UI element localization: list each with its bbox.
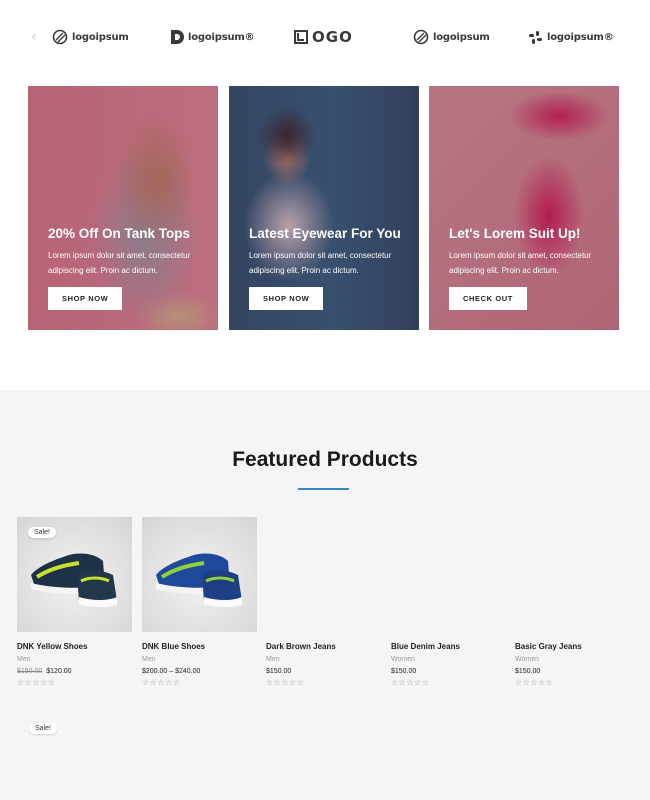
promo-banner-tank-tops[interactable]: 20% Off On Tank Tops Lorem ipsum dolor s… (28, 86, 218, 330)
brand-logo-4: logoipsum (413, 26, 490, 48)
logo-circle-slash-icon (413, 29, 429, 45)
product-price: $150.00 $120.00 (17, 668, 133, 675)
brand-logo-1-text: logoipsum (72, 31, 129, 43)
sneaker-icon (156, 553, 242, 608)
brand-logo-5: logoipsum® (528, 26, 614, 48)
banner-title: Let's Lorem Suit Up! (449, 226, 581, 241)
logo-half-circle-icon (171, 30, 184, 44)
star-rating: ☆☆☆☆☆ (142, 678, 181, 687)
product-price: $150.00 (515, 668, 541, 675)
product-category: Women (515, 656, 539, 663)
logo-square-l-icon (294, 30, 308, 44)
section-title: Featured Products (232, 448, 418, 471)
banner-text: Lorem ipsum dolor sit amet, consectetur … (249, 251, 392, 275)
sale-badge: Sale! (28, 527, 56, 538)
sale-price: $120.00 (46, 668, 72, 675)
featured-products-section: Featured Products Sale! DNK Yellow Shoes… (0, 390, 650, 800)
banner-title: Latest Eyewear For You (249, 226, 401, 241)
product-image[interactable]: Sale! (17, 517, 132, 632)
chevron-right-icon[interactable]: › (606, 28, 620, 46)
star-rating: ☆☆☆☆☆ (17, 678, 56, 687)
product-name[interactable]: Dark Brown Jeans (266, 642, 382, 651)
banner-text: Lorem ipsum dolor sit amet, consectetur … (449, 251, 592, 275)
product-card[interactable]: DNK Blue Shoes Men $200.00 – $240.00 ☆☆☆… (142, 517, 258, 687)
product-image[interactable] (391, 517, 506, 632)
product-category: Men (17, 656, 31, 663)
brand-logo-carousel: ‹ logoipsum logoipsum® OGO logoipsum log… (0, 0, 650, 76)
logo-clover-icon (529, 30, 542, 44)
product-image[interactable] (142, 517, 257, 632)
brand-logo-3-text: OGO (312, 28, 353, 46)
chevron-left-icon[interactable]: ‹ (27, 28, 41, 46)
shop-now-button[interactable]: SHOP NOW (249, 287, 324, 310)
brand-logo-5-text: logoipsum® (547, 31, 614, 43)
product-card[interactable]: Sale! DNK Yellow Shoes Men $150.00 $120.… (17, 517, 133, 687)
brand-logo-3: OGO (294, 26, 353, 48)
promo-banner-eyewear[interactable]: Latest Eyewear For You Lorem ipsum dolor… (229, 86, 419, 330)
product-price: $150.00 (266, 668, 292, 675)
product-name[interactable]: Blue Denim Jeans (391, 642, 507, 651)
banner-text: Lorem ipsum dolor sit amet, consectetur … (48, 251, 191, 275)
product-card[interactable]: Dark Brown Jeans Men $150.00 ☆☆☆☆☆ (266, 517, 382, 687)
shop-now-button[interactable]: SHOP NOW (48, 287, 123, 310)
product-name[interactable]: Basic Gray Jeans (515, 642, 631, 651)
product-card[interactable]: Basic Gray Jeans Women $150.00 ☆☆☆☆☆ (515, 517, 631, 687)
star-rating: ☆☆☆☆☆ (266, 678, 305, 687)
brand-logo-2-text: logoipsum® (188, 31, 255, 43)
product-name[interactable]: DNK Blue Shoes (142, 642, 258, 651)
banner-title: 20% Off On Tank Tops (48, 226, 191, 241)
product-category: Women (391, 656, 415, 663)
product-price: $200.00 – $240.00 (142, 668, 201, 675)
product-card[interactable]: Blue Denim Jeans Women $150.00 ☆☆☆☆☆ (391, 517, 507, 687)
product-category: Men (142, 656, 156, 663)
product-image[interactable] (266, 517, 381, 632)
star-rating: ☆☆☆☆☆ (515, 678, 554, 687)
product-price: $150.00 (391, 668, 417, 675)
product-name[interactable]: DNK Yellow Shoes (17, 642, 133, 651)
title-underline (298, 488, 349, 490)
promo-banner-suit-up[interactable]: Let's Lorem Suit Up! Lorem ipsum dolor s… (429, 86, 619, 330)
check-out-button[interactable]: CHECK OUT (449, 287, 527, 310)
product-image[interactable] (515, 517, 630, 632)
old-price: $150.00 (17, 668, 43, 675)
sale-badge: Sale! (29, 723, 57, 734)
logo-circle-slash-icon (52, 29, 68, 45)
product-category: Men (266, 656, 280, 663)
brand-logo-4-text: logoipsum (433, 31, 490, 43)
star-rating: ☆☆☆☆☆ (391, 678, 430, 687)
brand-logo-2: logoipsum® (170, 26, 255, 48)
brand-logo-1: logoipsum (52, 26, 129, 48)
